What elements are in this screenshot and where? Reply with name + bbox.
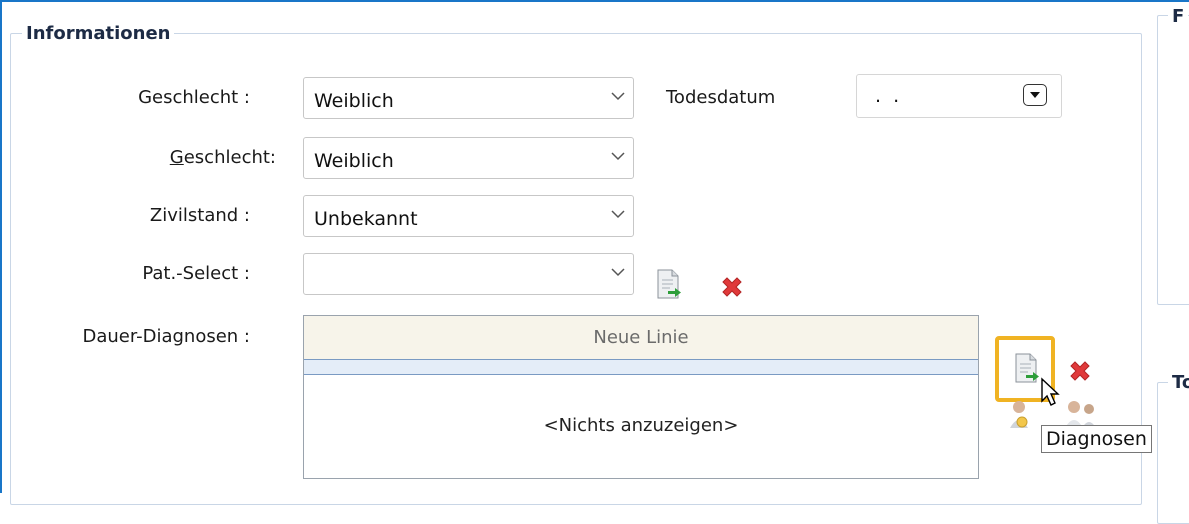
zivilstand-label: Zivilstand : bbox=[149, 205, 250, 226]
dauer-diagnosen-grid[interactable]: Neue Linie <Nichts anzuzeigen> bbox=[303, 315, 979, 479]
zivilstand-value: Unbekannt bbox=[314, 208, 418, 230]
geschlecht-alt-label-rest: eschlecht: bbox=[183, 147, 276, 168]
mouse-cursor-icon bbox=[1040, 377, 1060, 407]
geschlecht-alt-label: Geschlecht: bbox=[80, 147, 276, 168]
add-document-icon[interactable] bbox=[655, 268, 683, 300]
chevron-down-icon[interactable] bbox=[611, 267, 625, 277]
zivilstand-combo[interactable]: Unbekannt bbox=[303, 195, 634, 237]
accelerator-letter: G bbox=[169, 147, 184, 168]
right-panel-bottom-title: To bbox=[1168, 372, 1189, 393]
geschlecht-label: Geschlecht : bbox=[138, 87, 250, 108]
delete-icon[interactable] bbox=[1066, 357, 1094, 385]
geschlecht-alt-value: Weiblich bbox=[314, 150, 394, 172]
empty-grid-text: <Nichts anzuzeigen> bbox=[543, 415, 739, 436]
date-dropdown-button[interactable] bbox=[1023, 84, 1047, 106]
right-panel-top bbox=[1157, 15, 1189, 305]
geschlecht-combo[interactable]: Weiblich bbox=[303, 77, 634, 119]
right-panel-top-title: F bbox=[1168, 6, 1189, 27]
delete-icon[interactable] bbox=[718, 273, 746, 301]
right-panel-bottom bbox=[1157, 382, 1189, 524]
diagnosen-tooltip: Diagnosen bbox=[1041, 425, 1152, 453]
geschlecht-value: Weiblich bbox=[314, 90, 394, 112]
todesdatum-value: . . bbox=[875, 85, 903, 107]
patselect-label: Pat.-Select : bbox=[142, 263, 250, 284]
chevron-down-icon[interactable] bbox=[611, 151, 625, 161]
geschlecht-alt-combo[interactable]: Weiblich bbox=[303, 137, 634, 179]
patselect-combo[interactable] bbox=[303, 253, 634, 295]
chevron-down-icon[interactable] bbox=[611, 209, 625, 219]
group-title: Informationen bbox=[22, 23, 175, 44]
dauer-diagnosen-label: Dauer-Diagnosen : bbox=[82, 326, 250, 347]
chevron-down-icon[interactable] bbox=[611, 91, 625, 101]
todesdatum-date-field[interactable]: . . bbox=[856, 74, 1062, 118]
new-line-row[interactable]: Neue Linie bbox=[304, 316, 978, 360]
add-document-icon[interactable] bbox=[1013, 352, 1041, 384]
selected-row[interactable] bbox=[304, 359, 978, 375]
todesdatum-label: Todesdatum bbox=[666, 87, 776, 108]
